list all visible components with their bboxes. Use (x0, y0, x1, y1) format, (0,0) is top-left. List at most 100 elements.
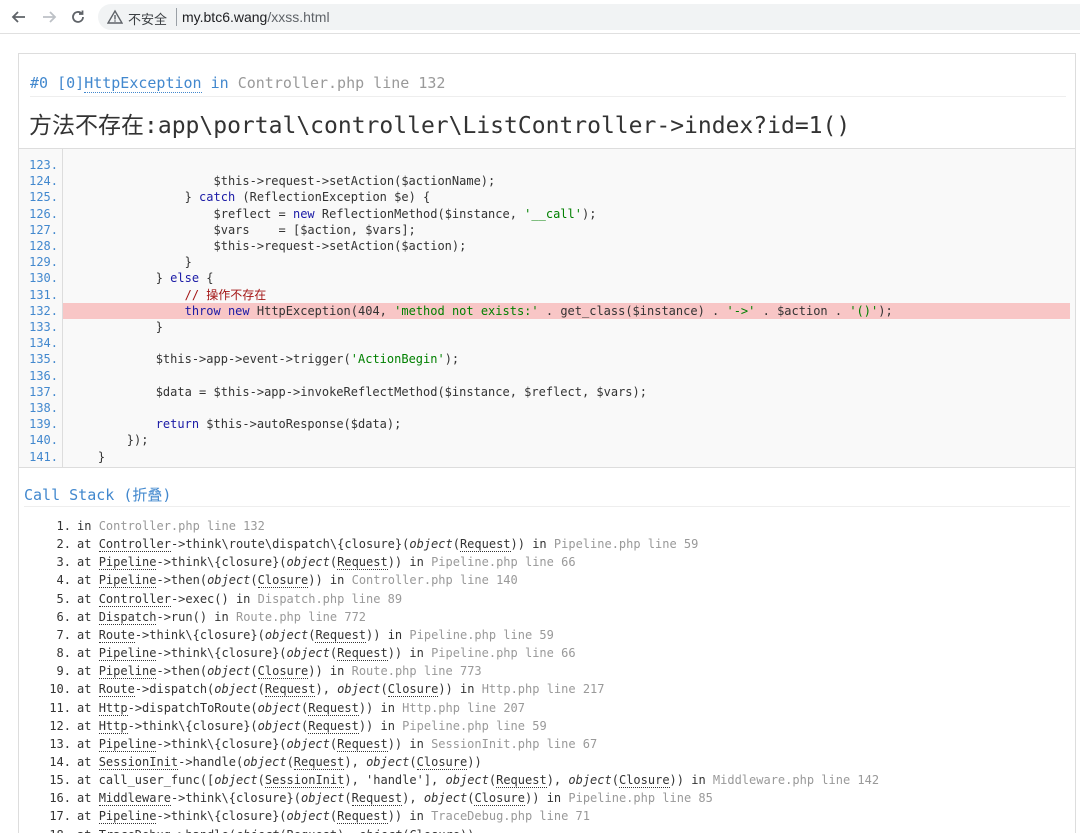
item-number: 3. (56, 555, 71, 570)
code-line: 136. (19, 368, 1075, 384)
item-call: at Route->think\{closure}(object(Request… (77, 627, 410, 643)
call-stack-item: 9. at Pipeline->then(object(Closure)) in … (41, 662, 482, 680)
exception-header: #0 [0]HttpException in Controller.php li… (30, 74, 445, 93)
item-location: Http.php line 207 (402, 700, 525, 715)
line-number: 127. (29, 222, 58, 237)
item-call: in (77, 519, 99, 533)
line-number: 124. (29, 174, 58, 189)
item-call: at Dispatch->run() in (77, 609, 236, 625)
code-text: return $this->autoResponse($data); (155, 417, 402, 432)
call-stack-item: 17. at Pipeline->think\{closure}(object(R… (41, 807, 590, 825)
item-location: Pipeline.php line 59 (409, 627, 554, 642)
line-number: 132. (29, 303, 58, 318)
reload-icon (72, 10, 84, 23)
code-text: $this->app->event->trigger('ActionBegin'… (69, 352, 460, 367)
item-call: at Controller->exec() in (77, 591, 258, 607)
url-host: my.btc6.wang (182, 9, 268, 25)
code-line: 132. throw new HttpException(404, 'metho… (19, 302, 1075, 319)
call-stack-item: 7. at Route->think\{closure}(object(Reque… (41, 626, 554, 644)
back-button[interactable] (7, 5, 31, 29)
call-stack-item: 10. at Route->dispatch(object(Request), o… (41, 680, 605, 698)
code-text: // 操作不存在 (69, 287, 267, 302)
item-number: 16. (49, 791, 71, 806)
code-text: } catch (ReflectionException $e) { (69, 190, 431, 205)
call-stack-title[interactable]: Call Stack (折叠) (24, 484, 171, 505)
line-number: 141. (29, 449, 58, 464)
code-text: throw new HttpException(404, 'method not… (184, 303, 893, 318)
item-location: Pipeline.php line 85 (568, 791, 713, 806)
item-number: 14. (49, 754, 71, 769)
url-text[interactable]: my.btc6.wang/xxss.html (182, 9, 330, 25)
item-location: Middleware.php line 142 (712, 773, 880, 788)
exception-class[interactable]: HttpException (84, 74, 202, 93)
source-code-block: 123. 124. $this->request->setAction($acti… (19, 148, 1075, 468)
call-stack-item: 14. at SessionInit->handle(object(Request… (41, 753, 482, 771)
frame-prefix: #0 [0] (30, 74, 85, 92)
code-text: } (69, 255, 192, 270)
item-number: 7. (56, 627, 71, 642)
item-location: Route.php line 772 (235, 609, 367, 624)
item-call: at Route->dispatch(object(Request), obje… (77, 682, 482, 698)
item-number: 12. (49, 718, 71, 733)
item-call: at SessionInit->handle(object(Request), … (77, 754, 482, 770)
call-stack-item: 18. at TraceDebug->handle(object(Request)… (41, 826, 474, 833)
code-line: 124. $this->request->setAction($actionNa… (19, 173, 1075, 189)
reload-button[interactable] (66, 5, 90, 29)
exception-panel: #0 [0]HttpException in Controller.php li… (18, 53, 1076, 833)
call-stack-item: 4. at Pipeline->then(object(Closure)) in … (41, 571, 518, 589)
code-line: 123. (19, 157, 1075, 173)
code-line: 127. $vars = [$action, $vars]; (19, 222, 1075, 238)
code-line: 140. }); (19, 432, 1075, 448)
code-text: $vars = [$action, $vars]; (69, 222, 416, 237)
item-call: at Middleware->think\{closure}(object(Re… (77, 791, 569, 807)
item-number: 1. (56, 519, 71, 533)
call-stack-item: 11. at Http->dispatchToRoute(object(Reque… (41, 699, 525, 717)
item-number: 15. (49, 773, 71, 788)
line-number: 135. (29, 352, 58, 367)
code-text: $this->request->setAction($action); (69, 239, 467, 253)
address-bar[interactable]: 不安全 my.btc6.wang/xxss.html (98, 4, 1080, 30)
item-location: Pipeline.php line 66 (431, 646, 576, 661)
item-call: at Pipeline->think\{closure}(object(Requ… (77, 555, 432, 571)
item-location: Http.php line 217 (481, 682, 605, 697)
line-number: 139. (29, 417, 58, 432)
item-location: Pipeline.php line 59 (553, 537, 699, 552)
code-line: 133. } (19, 319, 1075, 335)
item-number: 10. (49, 682, 71, 697)
forward-button[interactable] (37, 5, 61, 29)
call-stack-item: 6. at Dispatch->run() in Route.php line 7… (41, 608, 366, 626)
item-call: at call_user_func([object(SessionInit), … (77, 773, 713, 789)
item-call: at Pipeline->think\{closure}(object(Requ… (77, 646, 432, 662)
line-number: 129. (29, 255, 58, 270)
item-number: 6. (56, 609, 71, 624)
address-separator (176, 8, 177, 26)
item-number: 5. (56, 591, 71, 606)
item-location: Controller.php line 140 (351, 573, 518, 588)
code-text: $data = $this->app->invokeReflectMethod(… (69, 384, 647, 399)
code-text: } (69, 449, 106, 464)
security-status[interactable]: 不安全 (128, 9, 167, 28)
item-number: 2. (56, 537, 71, 552)
line-number: 131. (29, 287, 58, 302)
code-line: 134. (19, 335, 1075, 351)
item-call: at Controller->think\route\dispatch\{clo… (77, 537, 554, 553)
call-stack-item: 5. at Controller->exec() in Dispatch.php … (41, 590, 402, 608)
in-word: in (201, 74, 238, 92)
item-number: 4. (56, 573, 71, 588)
item-location: TraceDebug.php line 71 (431, 809, 591, 824)
item-number: 17. (49, 809, 71, 824)
code-text: $this->request->setAction($actionName); (69, 174, 496, 189)
code-line: 135. $this->app->event->trigger('ActionB… (19, 351, 1075, 367)
item-location: Controller.php line 132 (98, 519, 265, 533)
item-call: at Pipeline->then(object(Closure)) in (77, 573, 352, 589)
warning-icon[interactable] (107, 9, 123, 25)
exception-info: #0 [0]HttpException in Controller.php li… (19, 54, 1075, 148)
code-line: 137. $data = $this->app->invokeReflectMe… (19, 384, 1075, 400)
item-call: at Pipeline->then(object(Closure)) in (77, 664, 352, 680)
browser-toolbar: 不安全 my.btc6.wang/xxss.html (0, 0, 1080, 34)
call-stack-item: 1. in Controller.php line 132 (41, 517, 265, 535)
code-text: }); (69, 433, 149, 448)
exception-message: 方法不存在:app\portal\controller\ListControll… (29, 113, 851, 139)
item-call: at Pipeline->think\{closure}(object(Requ… (77, 809, 432, 825)
forward-arrow-icon (43, 11, 57, 23)
